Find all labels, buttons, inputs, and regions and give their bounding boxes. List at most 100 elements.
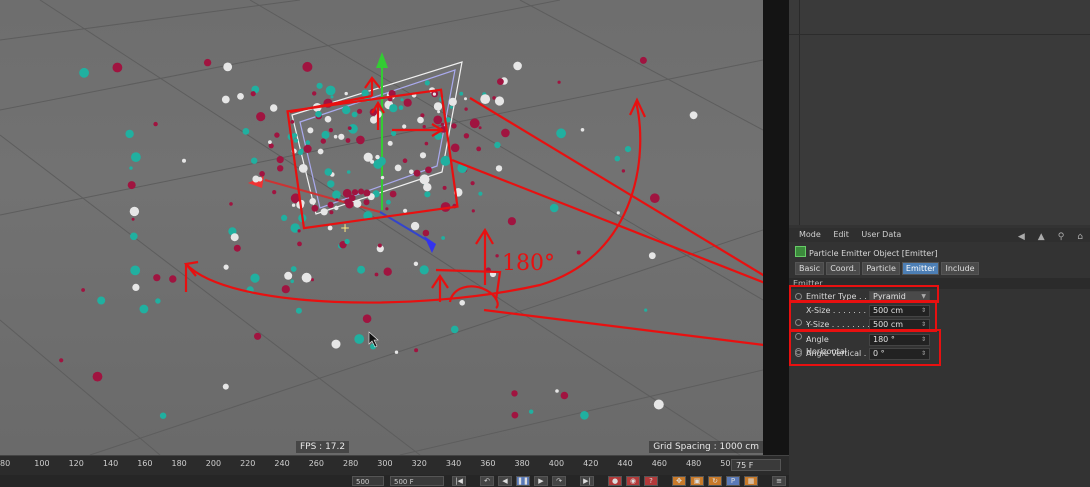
- particle: [297, 229, 301, 233]
- record-button[interactable]: ●: [608, 476, 622, 486]
- end-frame-field[interactable]: 500 F: [390, 476, 444, 486]
- particle: [335, 198, 339, 202]
- particle: [624, 146, 632, 153]
- step-back-button[interactable]: ◀: [498, 476, 512, 486]
- particle: [419, 152, 427, 159]
- particle: [459, 91, 464, 96]
- go-to-start-button[interactable]: |◀: [452, 476, 466, 486]
- tab-emitter[interactable]: Emitter: [901, 262, 940, 275]
- particle: [463, 133, 470, 139]
- particle: [451, 123, 457, 129]
- particle: [316, 82, 323, 89]
- play-button[interactable]: ❚❚: [516, 476, 530, 486]
- particle: [277, 165, 284, 172]
- next-key-button[interactable]: ↷: [552, 476, 566, 486]
- timeline-ruler[interactable]: 80 100 120 140 160 180 200 220 240 260 280 300 320 34…: [0, 455, 789, 476]
- particle: [414, 348, 419, 353]
- back-arrow-icon[interactable]: ◀: [1018, 230, 1028, 244]
- particle: [345, 138, 351, 143]
- particle: [317, 148, 324, 155]
- particle: [153, 121, 158, 127]
- particle: [127, 181, 136, 190]
- search-icon[interactable]: ⚲: [1058, 230, 1068, 244]
- particle: [324, 115, 332, 123]
- particle: [440, 155, 451, 166]
- scale-key-button[interactable]: ▣: [690, 476, 704, 486]
- particle: [385, 207, 389, 211]
- particle: [284, 271, 293, 280]
- particle: [417, 116, 424, 124]
- menu-user-data[interactable]: User Data: [861, 228, 901, 242]
- particle: [621, 169, 626, 173]
- step-forward-button[interactable]: ▶: [534, 476, 548, 486]
- particle: [130, 232, 138, 241]
- timeline-tick: 340: [445, 459, 462, 468]
- particle: [403, 208, 408, 213]
- particle: [256, 112, 266, 122]
- timeline-tick: 80: [0, 459, 11, 468]
- particle: [469, 118, 480, 129]
- particle: [440, 122, 444, 126]
- up-arrow-icon[interactable]: ▲: [1038, 230, 1048, 244]
- object-manager-panel[interactable]: [789, 0, 1090, 225]
- prev-key-button[interactable]: ↶: [480, 476, 494, 486]
- tab-particle[interactable]: Particle: [862, 262, 900, 275]
- autokey-button[interactable]: ◉: [626, 476, 640, 486]
- particle: [169, 275, 177, 283]
- help-button[interactable]: ?: [644, 476, 658, 486]
- particle: [556, 128, 566, 139]
- viewport-divider[interactable]: [763, 0, 789, 455]
- particle: [281, 285, 290, 294]
- timeline-tick: 180: [171, 459, 187, 468]
- particle: [290, 120, 295, 124]
- go-to-end-button[interactable]: ▶|: [580, 476, 594, 486]
- particle: [555, 389, 559, 393]
- particle: [328, 128, 333, 133]
- particle: [383, 267, 392, 276]
- particle: [380, 175, 385, 180]
- attribute-tabs: Basic Coord. Particle Emitter Include: [795, 262, 981, 275]
- current-frame-field[interactable]: 75 F: [731, 459, 781, 471]
- particle: [511, 390, 518, 397]
- particle: [449, 105, 453, 109]
- param-key-button[interactable]: P: [726, 476, 740, 486]
- object-title-text: Particle Emitter Object [Emitter]: [809, 249, 938, 258]
- rotate-key-button[interactable]: ↻: [708, 476, 722, 486]
- particle: [292, 133, 298, 138]
- particle: [139, 304, 149, 314]
- particle: [272, 190, 277, 195]
- move-key-button[interactable]: ✥: [672, 476, 686, 486]
- tab-basic[interactable]: Basic: [795, 262, 825, 275]
- grid-spacing-readout: Grid Spacing : 1000 cm: [649, 441, 763, 453]
- menu-mode[interactable]: Mode: [799, 228, 821, 242]
- particle: [419, 174, 430, 185]
- particle: [259, 171, 265, 177]
- 3d-viewport[interactable]: + 180° FPS : 17.2 Grid Spacing: 1000 cm: [0, 0, 763, 455]
- particle: [377, 243, 382, 248]
- particle: [252, 175, 260, 183]
- particle: [389, 104, 398, 113]
- particle: [129, 206, 140, 217]
- particle: [394, 164, 402, 172]
- tab-include[interactable]: Include: [941, 262, 979, 275]
- particle: [400, 98, 404, 102]
- particle: [464, 107, 468, 111]
- particle: [560, 391, 569, 400]
- timeline-tick: 120: [68, 459, 84, 468]
- tab-coord[interactable]: Coord.: [826, 262, 861, 275]
- particle: [270, 104, 278, 112]
- particle: [422, 229, 430, 237]
- particle: [478, 191, 483, 196]
- particle: [374, 272, 379, 277]
- start-frame-field[interactable]: 500: [352, 476, 384, 486]
- timeline-menu-button[interactable]: ≡: [772, 476, 786, 486]
- pla-key-button[interactable]: ▦: [744, 476, 758, 486]
- particle: [356, 135, 365, 145]
- particle: [459, 300, 466, 306]
- menu-edit[interactable]: Edit: [833, 228, 849, 242]
- particle: [650, 193, 660, 203]
- particle: [448, 97, 457, 106]
- particle: [331, 339, 341, 349]
- particle: [478, 126, 482, 130]
- lock-icon[interactable]: ⌂: [1077, 230, 1086, 244]
